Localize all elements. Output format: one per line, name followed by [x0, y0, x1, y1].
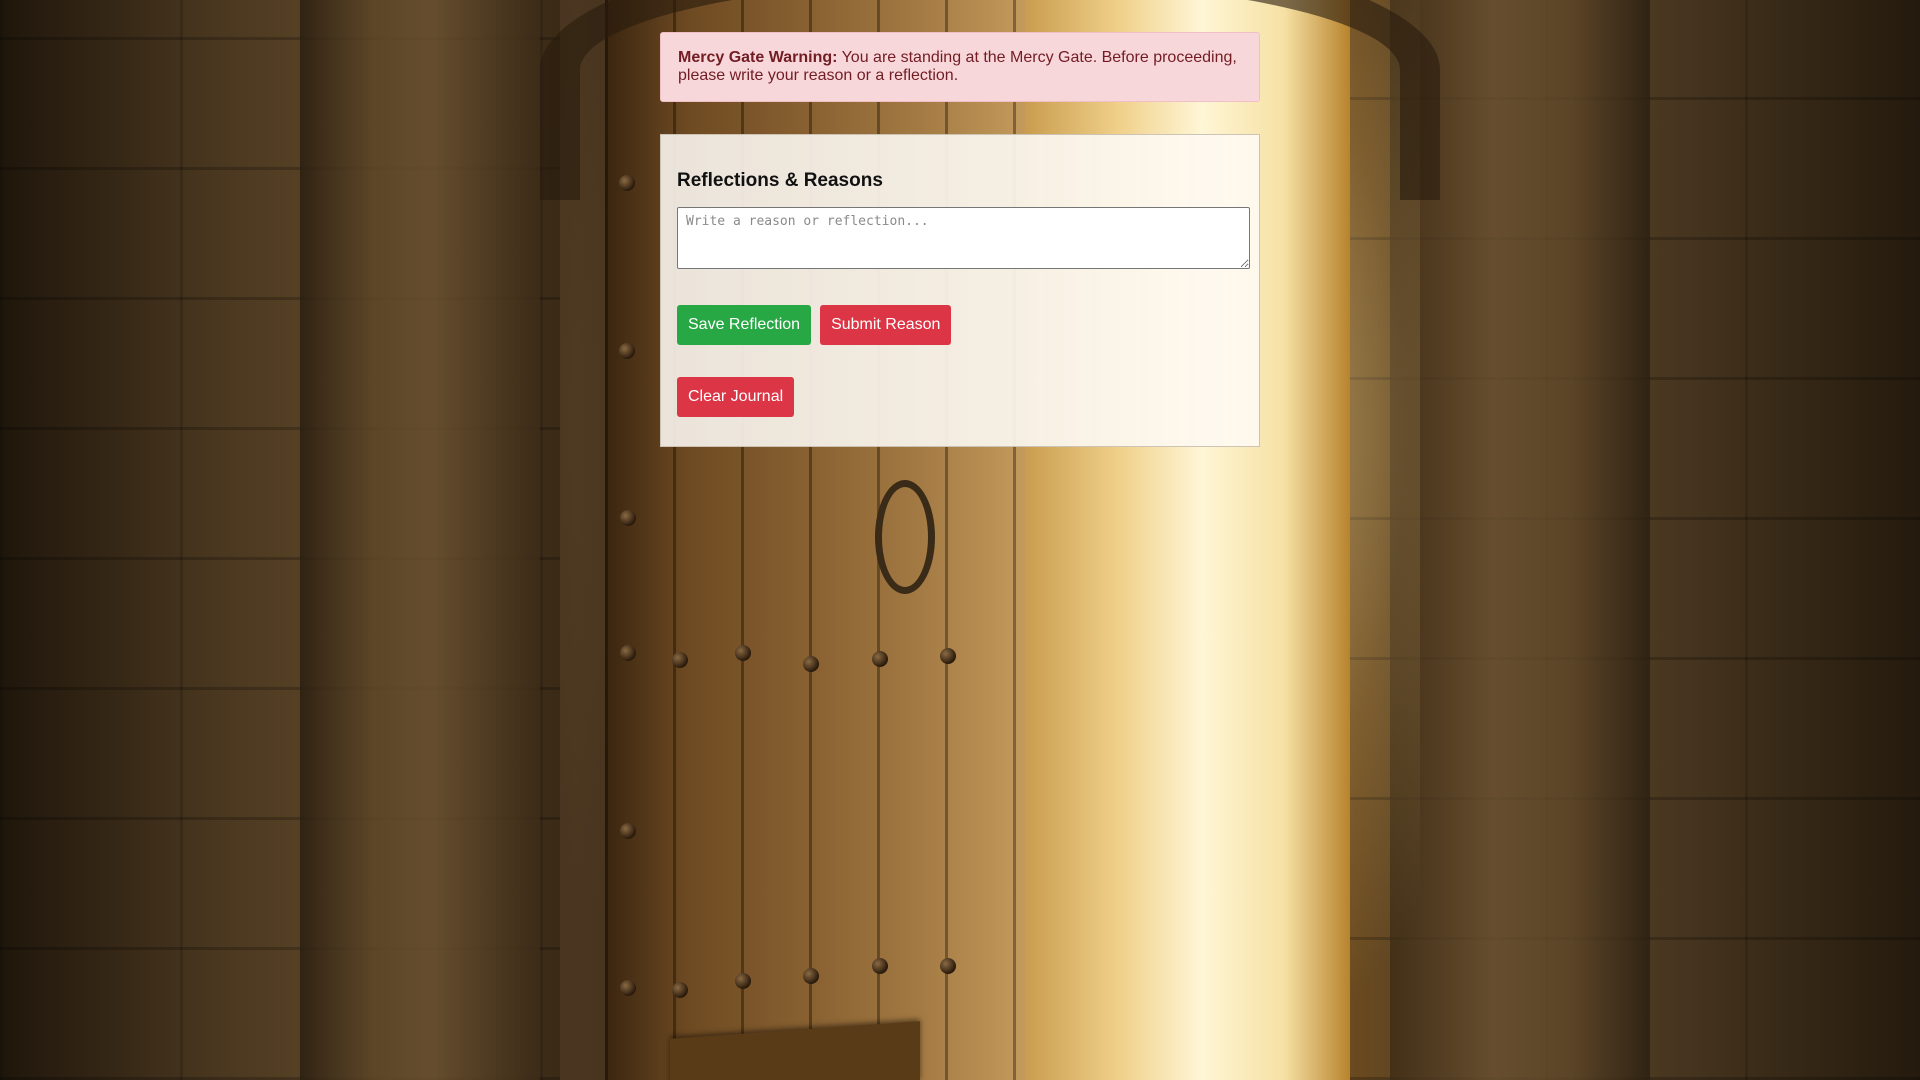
journal-panel: Reflections & Reasons Save Reflection Su…: [660, 134, 1260, 447]
reflection-textarea[interactable]: [677, 207, 1250, 269]
rivet-icon: [620, 510, 636, 526]
rivet-icon: [735, 645, 751, 661]
rivet-icon: [620, 823, 636, 839]
rivet-icon: [735, 973, 751, 989]
door-ring-handle-icon: [875, 480, 935, 594]
rivet-icon: [940, 958, 956, 974]
journal-heading: Reflections & Reasons: [677, 170, 883, 191]
rivet-icon: [940, 648, 956, 664]
warning-title: Mercy Gate Warning:: [678, 49, 838, 66]
rivet-icon: [672, 652, 688, 668]
rivet-icon: [619, 175, 635, 191]
rivet-icon: [620, 980, 636, 996]
rivet-icon: [872, 651, 888, 667]
rivet-icon: [872, 958, 888, 974]
submit-reason-button[interactable]: Submit Reason: [820, 305, 952, 345]
mercy-gate-app: Mercy Gate Warning: You are standing at …: [660, 32, 1260, 447]
rivet-icon: [672, 982, 688, 998]
rivet-icon: [803, 656, 819, 672]
clear-button-row: Clear Journal: [677, 377, 1250, 417]
rivet-icon: [803, 968, 819, 984]
rivet-icon: [620, 645, 636, 661]
stone-pillar-left: [300, 0, 540, 1080]
rivet-icon: [619, 343, 635, 359]
action-buttons: Save Reflection Submit Reason: [677, 305, 1250, 345]
save-reflection-button[interactable]: Save Reflection: [677, 305, 812, 345]
warning-alert: Mercy Gate Warning: You are standing at …: [660, 32, 1260, 102]
clear-journal-button[interactable]: Clear Journal: [677, 377, 795, 417]
